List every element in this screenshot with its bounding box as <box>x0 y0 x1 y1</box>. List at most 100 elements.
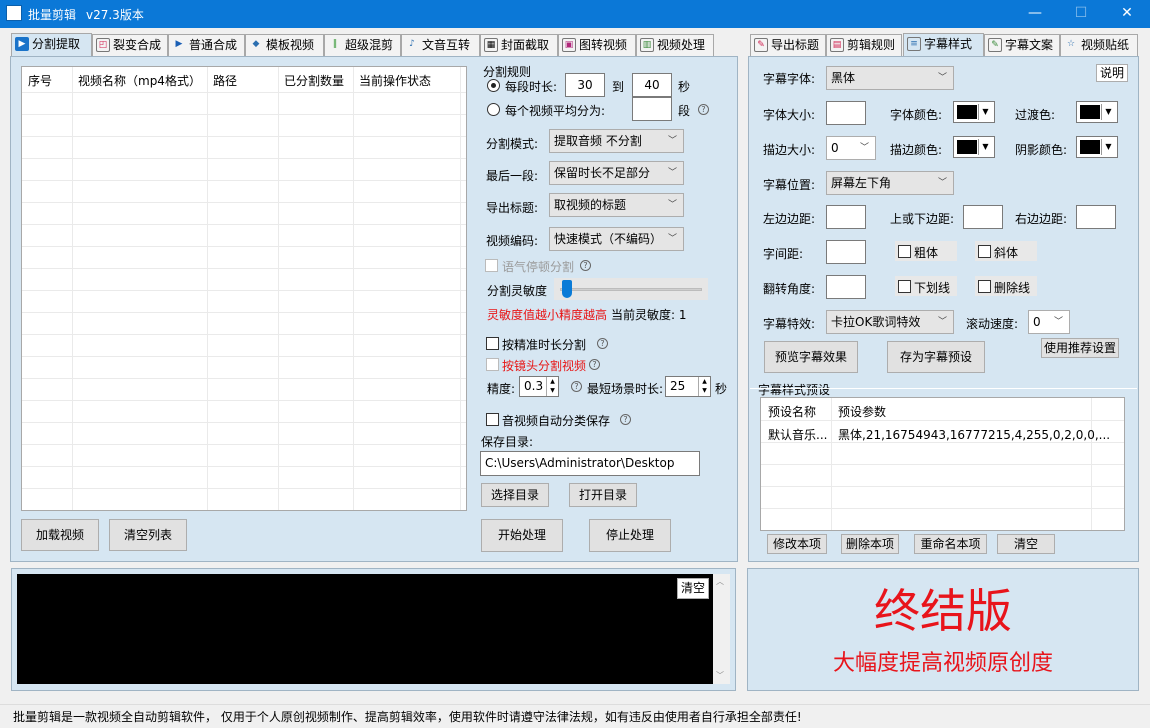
transition-color-picker[interactable]: ▼ <box>1076 101 1118 123</box>
preset-table[interactable]: 预设名称 预设参数 默认音乐... 黑体,21,16754943,1677721… <box>760 397 1125 531</box>
modify-preset-button[interactable]: 修改本项 <box>767 534 827 554</box>
tab-template-video[interactable]: ◆ 模板视频 <box>245 34 324 56</box>
tab-image-to-video[interactable]: ▣ 图转视频 <box>558 34 636 56</box>
log-output[interactable] <box>17 574 713 684</box>
video-table[interactable]: 序号 视频名称（mp4格式） 路径 已分割数量 当前操作状态 <box>21 66 467 511</box>
average-split-input[interactable] <box>632 97 672 121</box>
chevron-up-icon[interactable]: ︿ <box>716 576 724 587</box>
strike-checkbox[interactable] <box>978 280 991 293</box>
help-icon[interactable]: ? <box>698 104 709 115</box>
preset-row-params[interactable]: 黑体,21,16754943,16777215,4,255,0,2,0,0,..… <box>838 426 1110 443</box>
help-icon[interactable]: ? <box>589 359 600 370</box>
minimize-button[interactable]: — <box>1012 0 1058 28</box>
color-swatch <box>957 140 977 154</box>
stroke-size-select[interactable]: 0 ﹀ <box>826 136 876 160</box>
clear-log-button[interactable]: 清空 <box>677 578 709 599</box>
stop-process-button[interactable]: 停止处理 <box>589 519 671 552</box>
last-segment-select[interactable]: 保留时长不足部分 ﹀ <box>549 161 684 185</box>
tab-label: 分割提取 <box>32 37 81 51</box>
save-preset-button[interactable]: 存为字幕预设 <box>887 341 985 373</box>
left-margin-input[interactable] <box>826 205 866 229</box>
segment-max-input[interactable]: 40 <box>632 73 672 97</box>
tab-edit-rules[interactable]: ▤ 剪辑规则 <box>826 34 902 56</box>
font-size-input[interactable] <box>826 101 866 125</box>
rotate-input[interactable] <box>826 275 866 299</box>
col-index: 序号 <box>28 74 53 88</box>
close-button[interactable]: ✕ <box>1104 0 1150 28</box>
recommend-settings-button[interactable]: 使用推荐设置 <box>1041 338 1119 358</box>
video-codec-select[interactable]: 快速模式（不编码） ﹀ <box>549 227 684 251</box>
help-icon[interactable]: ? <box>597 338 608 349</box>
precision-input[interactable]: 0.3 ▲ ▼ <box>519 376 559 397</box>
spinner-icon[interactable]: ▲ ▼ <box>698 377 710 396</box>
spacing-input[interactable] <box>826 240 866 264</box>
help-icon[interactable]: ? <box>571 381 582 392</box>
auto-classify-checkbox[interactable] <box>486 413 499 426</box>
position-select[interactable]: 屏幕左下角 ﹀ <box>826 171 954 195</box>
right-margin-input[interactable] <box>1076 205 1116 229</box>
tab-video-sticker[interactable]: ☆ 视频贴纸 <box>1060 34 1138 56</box>
star-icon: ☆ <box>1066 39 1076 49</box>
maximize-button[interactable]: ☐ <box>1058 0 1104 28</box>
log-scrollbar[interactable]: ︿ ﹀ <box>713 574 730 684</box>
help-button[interactable]: 说明 <box>1096 64 1128 82</box>
sensitivity-slider[interactable] <box>554 278 708 300</box>
slider-thumb[interactable] <box>562 280 572 298</box>
tab-video-process[interactable]: ▥ 视频处理 <box>636 34 714 56</box>
underline-checkbox[interactable] <box>898 280 911 293</box>
clear-list-button[interactable]: 清空列表 <box>109 519 187 551</box>
preset-row-name[interactable]: 默认音乐... <box>768 426 827 443</box>
tab-subtitle-text[interactable]: ✎ 字幕文案 <box>984 34 1060 56</box>
average-split-radio[interactable] <box>487 103 500 116</box>
bold-checkbox[interactable] <box>898 245 911 258</box>
help-icon[interactable]: ? <box>580 260 591 271</box>
video-process-icon: ▥ <box>640 38 654 52</box>
save-dir-input[interactable]: C:\Users\Administrator\Desktop <box>480 451 700 476</box>
stroke-color-picker[interactable]: ▼ <box>953 136 995 158</box>
rename-preset-button[interactable]: 重命名本项 <box>914 534 987 554</box>
font-color-picker[interactable]: ▼ <box>953 101 995 123</box>
chevron-down-icon[interactable]: ﹀ <box>716 670 724 681</box>
split-mode-select[interactable]: 提取音频 不分割 ﹀ <box>549 129 684 153</box>
microphone-icon: ♪ <box>409 39 415 49</box>
chevron-down-icon: ▼ <box>978 104 992 120</box>
spinner-icon[interactable]: ▲ ▼ <box>546 377 558 396</box>
tab-fission[interactable]: ◰ 裂变合成 <box>92 34 168 56</box>
open-dir-button[interactable]: 打开目录 <box>569 483 637 507</box>
choose-dir-button[interactable]: 选择目录 <box>481 483 549 507</box>
chevron-down-icon: ﹀ <box>667 200 677 210</box>
segment-min-input[interactable]: 30 <box>565 73 605 97</box>
tb-margin-input[interactable] <box>963 205 1003 229</box>
fission-icon: ◰ <box>96 38 110 52</box>
tab-export-title[interactable]: ✎ 导出标题 <box>750 34 826 56</box>
color-swatch <box>957 105 977 119</box>
tab-normal-merge[interactable]: ▶ 普通合成 <box>168 34 245 56</box>
italic-checkbox[interactable] <box>978 245 991 258</box>
image-video-icon: ▣ <box>562 38 576 52</box>
shortest-scene-input[interactable]: 25 ▲ ▼ <box>665 376 711 397</box>
col-status: 当前操作状态 <box>359 74 432 88</box>
tab-subtitle-style[interactable]: ≡ 字幕样式 <box>903 33 984 57</box>
effect-select[interactable]: 卡拉OK歌词特效 ﹀ <box>826 310 954 334</box>
start-process-button[interactable]: 开始处理 <box>481 519 563 552</box>
help-icon[interactable]: ? <box>620 414 631 425</box>
shot-split-checkbox[interactable] <box>486 358 499 371</box>
scroll-speed-select[interactable]: 0 ﹀ <box>1028 310 1070 334</box>
export-title-select[interactable]: 取视频的标题 ﹀ <box>549 193 684 217</box>
tab-super-mix[interactable]: ‖ 超级混剪 <box>324 34 401 56</box>
tab-cover-capture[interactable]: ▦ 封面截取 <box>480 34 558 56</box>
load-video-button[interactable]: 加载视频 <box>21 519 99 551</box>
tab-split-extract[interactable]: ▶ 分割提取 <box>11 33 92 57</box>
precise-split-checkbox[interactable] <box>486 337 499 350</box>
clear-presets-button[interactable]: 清空 <box>997 534 1055 554</box>
per-segment-radio[interactable] <box>487 79 500 92</box>
shadow-color-picker[interactable]: ▼ <box>1076 136 1118 158</box>
pause-split-checkbox[interactable] <box>485 259 498 272</box>
col-path: 路径 <box>213 74 238 88</box>
preview-subtitle-button[interactable]: 预览字幕效果 <box>764 341 858 373</box>
font-select[interactable]: 黑体 ﹀ <box>826 66 954 90</box>
tab-label: 封面截取 <box>501 38 550 52</box>
tab-text-audio[interactable]: ♪ 文音互转 <box>401 34 480 56</box>
delete-preset-button[interactable]: 删除本项 <box>841 534 899 554</box>
stroke-size-label: 描边大小: <box>763 143 816 157</box>
